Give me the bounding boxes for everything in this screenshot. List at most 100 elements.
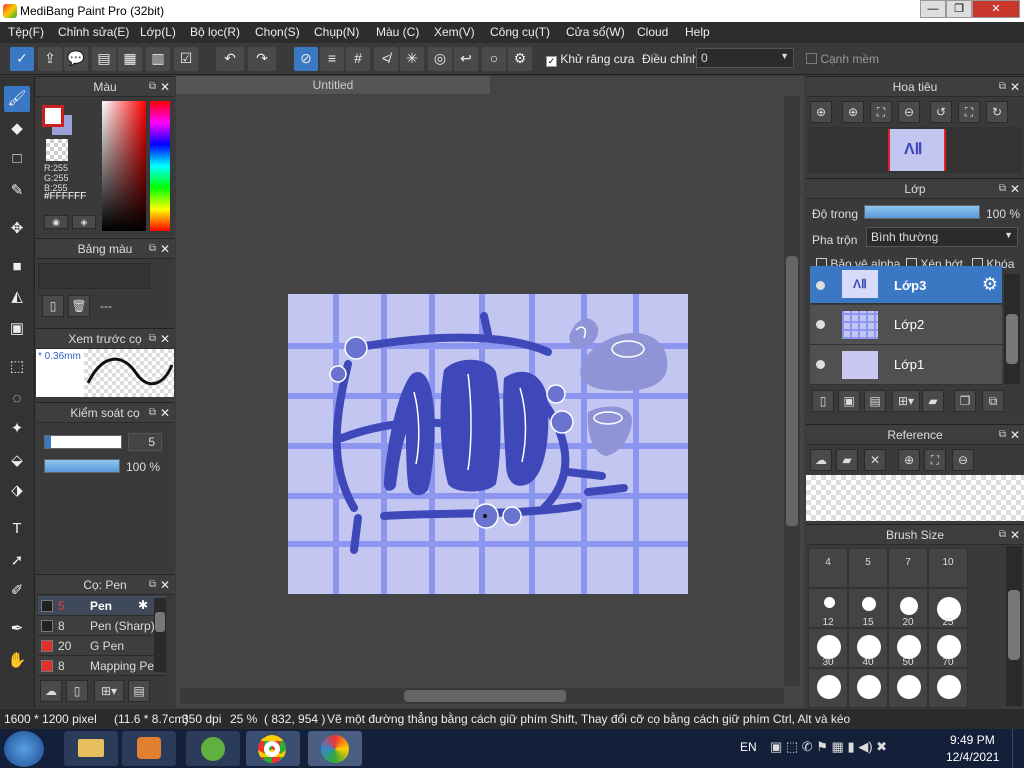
- popout-icon[interactable]: ⧉: [999, 425, 1006, 445]
- visibility-eye-icon[interactable]: [816, 281, 825, 290]
- lasso-tool-icon[interactable]: ◌: [4, 386, 30, 412]
- brush-opacity-slider[interactable]: [44, 459, 120, 473]
- duplicate-layer-icon[interactable]: ❐: [954, 390, 976, 412]
- brush-size-value[interactable]: 5: [128, 433, 162, 451]
- move-tool-icon[interactable]: ✥: [4, 216, 30, 242]
- select-pen-icon[interactable]: ⬙: [4, 448, 30, 474]
- brush-size-cell[interactable]: [888, 668, 928, 708]
- brush-settings-gear-icon[interactable]: ✱: [138, 598, 148, 612]
- visibility-eye-icon[interactable]: [816, 320, 825, 329]
- comment-icon[interactable]: 💬: [64, 47, 88, 71]
- blend-mode-dropdown[interactable]: Bình thường ▼: [866, 227, 1018, 247]
- brush-size-cell[interactable]: 25: [928, 588, 968, 628]
- menu-view[interactable]: Xem(V): [434, 25, 475, 39]
- eyedropper-tool-icon[interactable]: ✒: [4, 616, 30, 642]
- menu-color[interactable]: Màu (C): [376, 25, 419, 39]
- soft-edge-checkbox[interactable]: Cạnh mềm: [806, 52, 879, 66]
- close-icon[interactable]: ✕: [160, 239, 170, 259]
- layout-icon[interactable]: ▥: [146, 47, 170, 71]
- transparent-color-swatch[interactable]: [46, 139, 68, 161]
- layer-row[interactable]: Lớp2: [810, 305, 1002, 345]
- brush-size-cell[interactable]: 10: [928, 548, 968, 588]
- select-tool-icon[interactable]: ⬚: [4, 354, 30, 380]
- rect-fill-tool-icon[interactable]: ■: [4, 254, 30, 280]
- snap-off-icon[interactable]: ⊘: [294, 47, 318, 71]
- brush-list-scrollbar[interactable]: [154, 598, 166, 672]
- menu-filter[interactable]: Bộ lọc(R): [190, 25, 240, 39]
- saturation-value-picker[interactable]: [102, 101, 146, 231]
- ellipse-snap-icon[interactable]: ○: [482, 47, 506, 71]
- rotate-right-icon[interactable]: ↻: [986, 101, 1008, 123]
- tray-icons[interactable]: ▣ ⬚ ✆ ⚑ ▦ ▮ ◀) ✖: [770, 739, 887, 755]
- drawing-canvas[interactable]: [288, 294, 688, 594]
- hue-slider[interactable]: [150, 101, 170, 231]
- close-icon[interactable]: ✕: [160, 403, 170, 423]
- perspective-snap-icon[interactable]: ≮: [374, 47, 398, 71]
- add-brush-icon[interactable]: ⊞▾: [94, 680, 124, 702]
- popout-icon[interactable]: ⧉: [149, 575, 156, 595]
- layer-row[interactable]: ΛⅡ Lớp3 ⚙: [810, 266, 1002, 304]
- navigator-preview[interactable]: ΛⅡ: [808, 127, 1022, 173]
- horizontal-scrollbar[interactable]: [180, 688, 784, 704]
- brush-size-cell[interactable]: 4: [808, 548, 848, 588]
- fit-screen-icon[interactable]: ⛶: [870, 101, 892, 123]
- zoom-out-icon[interactable]: ⊖: [952, 449, 974, 471]
- start-button-icon[interactable]: [4, 731, 44, 767]
- menu-cloud[interactable]: Cloud: [637, 25, 668, 39]
- palette-list[interactable]: [38, 263, 150, 289]
- chrome-taskbar-icon[interactable]: [246, 731, 300, 766]
- vertical-scrollbar[interactable]: [784, 96, 800, 686]
- select-pen-tool-icon[interactable]: ✎: [4, 178, 30, 204]
- open-folder-icon[interactable]: ▰: [836, 449, 858, 471]
- hand-tool-icon[interactable]: ✋: [4, 648, 30, 674]
- close-icon[interactable]: ✕: [1010, 179, 1020, 199]
- delete-palette-icon[interactable]: 🗑: [68, 295, 90, 317]
- brush-item[interactable]: 8 Pen (Sharp): [38, 616, 166, 636]
- redo-icon[interactable]: ↷: [248, 47, 276, 71]
- close-icon[interactable]: ✕: [1010, 425, 1020, 445]
- share-icon[interactable]: ⇪: [38, 47, 62, 71]
- eraser-tool-icon[interactable]: ◆: [4, 116, 30, 142]
- menu-select[interactable]: Chọn(S): [255, 25, 300, 39]
- undo-icon[interactable]: ↶: [216, 47, 244, 71]
- brush-item[interactable]: 8 Mapping Pen: [38, 656, 166, 676]
- curve-snap-icon[interactable]: ↩: [454, 47, 478, 71]
- brush-size-cell[interactable]: [848, 668, 888, 708]
- clock-date[interactable]: 12/4/2021: [946, 750, 999, 764]
- zoom-in-icon[interactable]: ⊕: [810, 101, 832, 123]
- menu-window[interactable]: Cửa sổ(W): [566, 25, 625, 39]
- medibang-taskbar-icon[interactable]: [308, 731, 362, 766]
- rotate-left-icon[interactable]: ↺: [930, 101, 952, 123]
- new-palette-icon[interactable]: ▯: [42, 295, 64, 317]
- brush-size-cell[interactable]: [928, 668, 968, 708]
- language-indicator[interactable]: EN: [740, 740, 757, 754]
- divide-tool-icon[interactable]: ✐: [4, 578, 30, 604]
- brush-size-cell[interactable]: 15: [848, 588, 888, 628]
- close-icon[interactable]: ✕: [160, 77, 170, 97]
- clock-time[interactable]: 9:49 PM: [950, 733, 995, 747]
- folder-icon[interactable]: ▰: [922, 390, 944, 412]
- menu-help[interactable]: Help: [685, 25, 710, 39]
- app-taskbar-icon[interactable]: [186, 731, 240, 766]
- merge-layer-icon[interactable]: ⧉: [982, 390, 1004, 412]
- menu-file[interactable]: Tệp(F): [8, 25, 44, 39]
- antialias-checkbox[interactable]: ✓ Khử răng cưa: [546, 52, 634, 67]
- popout-icon[interactable]: ⧉: [999, 179, 1006, 199]
- brush-item[interactable]: 20 G Pen: [38, 636, 166, 656]
- grid-snap-icon[interactable]: #: [346, 47, 370, 71]
- brush-size-cell[interactable]: 40: [848, 628, 888, 668]
- restore-button[interactable]: ❐: [946, 0, 972, 18]
- popout-icon[interactable]: ⧉: [999, 77, 1006, 97]
- gradient-tool-icon[interactable]: ▣: [4, 316, 30, 342]
- cloud-save-icon[interactable]: ✓: [10, 47, 34, 71]
- new-layer-icon[interactable]: ▯: [812, 390, 834, 412]
- close-icon[interactable]: ✕: [160, 575, 170, 595]
- visibility-eye-icon[interactable]: [816, 360, 825, 369]
- close-icon[interactable]: ✕: [160, 329, 170, 349]
- menu-edit[interactable]: Chỉnh sửa(E): [58, 25, 129, 39]
- correction-dropdown[interactable]: 0 ▼: [696, 48, 794, 68]
- zoom-plus-icon[interactable]: ⊕: [842, 101, 864, 123]
- popout-icon[interactable]: ⧉: [149, 77, 156, 97]
- color-wheel-icon[interactable]: ◉: [44, 215, 68, 229]
- brush-size-scrollbar[interactable]: [1006, 546, 1022, 706]
